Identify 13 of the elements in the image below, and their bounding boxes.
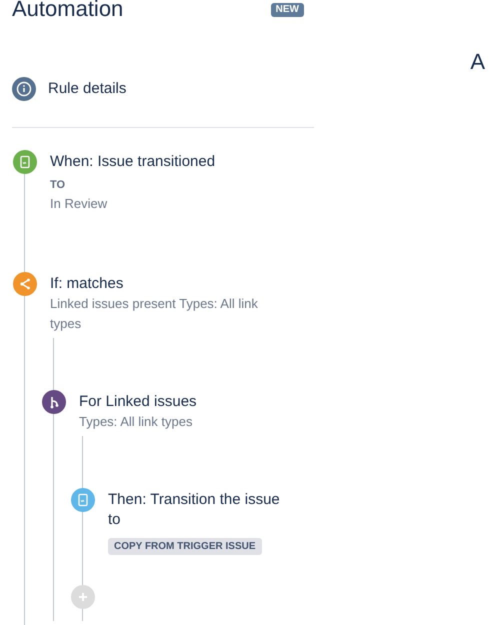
step-title[interactable]: When: Issue transitioned bbox=[50, 150, 286, 172]
value-tag: COPY FROM TRIGGER ISSUE bbox=[108, 538, 262, 555]
step-detail: Types: All link types bbox=[79, 413, 194, 431]
step-title[interactable]: If: matches bbox=[50, 272, 286, 294]
field-label: TO bbox=[50, 178, 66, 193]
step-title[interactable]: For Linked issues bbox=[79, 390, 287, 412]
step-title[interactable]: Then: Transition the issue to bbox=[108, 488, 288, 530]
new-badge: NEW bbox=[270, 3, 304, 17]
page-title: Automation bbox=[12, 0, 124, 20]
rule-details-link[interactable]: Rule details bbox=[48, 78, 126, 100]
section-heading: A bbox=[470, 48, 485, 76]
step-detail: In Review bbox=[50, 195, 108, 213]
step-detail: Linked issues present Types: All link types bbox=[50, 295, 259, 333]
